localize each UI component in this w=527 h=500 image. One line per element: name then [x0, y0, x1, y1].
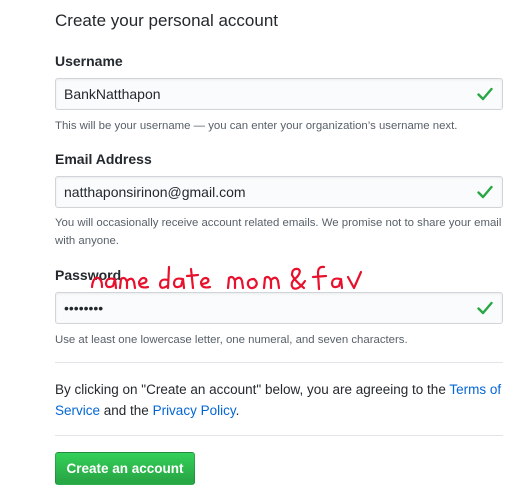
divider — [55, 362, 503, 363]
email-label: Email Address — [55, 151, 152, 167]
terms-notice: By clicking on "Create an account" below… — [55, 379, 507, 421]
username-input[interactable] — [56, 79, 456, 109]
check-icon — [477, 185, 493, 199]
username-field[interactable] — [55, 78, 503, 110]
username-hint: This will be your username — you can ent… — [55, 120, 458, 132]
terms-suffix: . — [235, 403, 240, 418]
handwritten-annotation — [90, 265, 363, 291]
page-title: Create your personal account — [55, 11, 279, 30]
password-input[interactable] — [56, 293, 456, 323]
email-hint: You will occasionally receive account re… — [55, 217, 502, 247]
check-icon — [477, 301, 493, 315]
terms-middle: and the — [100, 403, 153, 418]
check-icon — [477, 87, 493, 101]
email-field[interactable] — [55, 176, 503, 208]
terms-prefix: By clicking on "Create an account" below… — [55, 382, 450, 397]
divider — [55, 435, 503, 436]
password-hint: Use at least one lowercase letter, one n… — [55, 334, 408, 346]
email-input[interactable] — [56, 177, 456, 207]
privacy-policy-link[interactable]: Privacy Policy — [153, 403, 236, 418]
create-account-button[interactable]: Create an account — [55, 452, 195, 485]
username-label: Username — [55, 53, 123, 69]
